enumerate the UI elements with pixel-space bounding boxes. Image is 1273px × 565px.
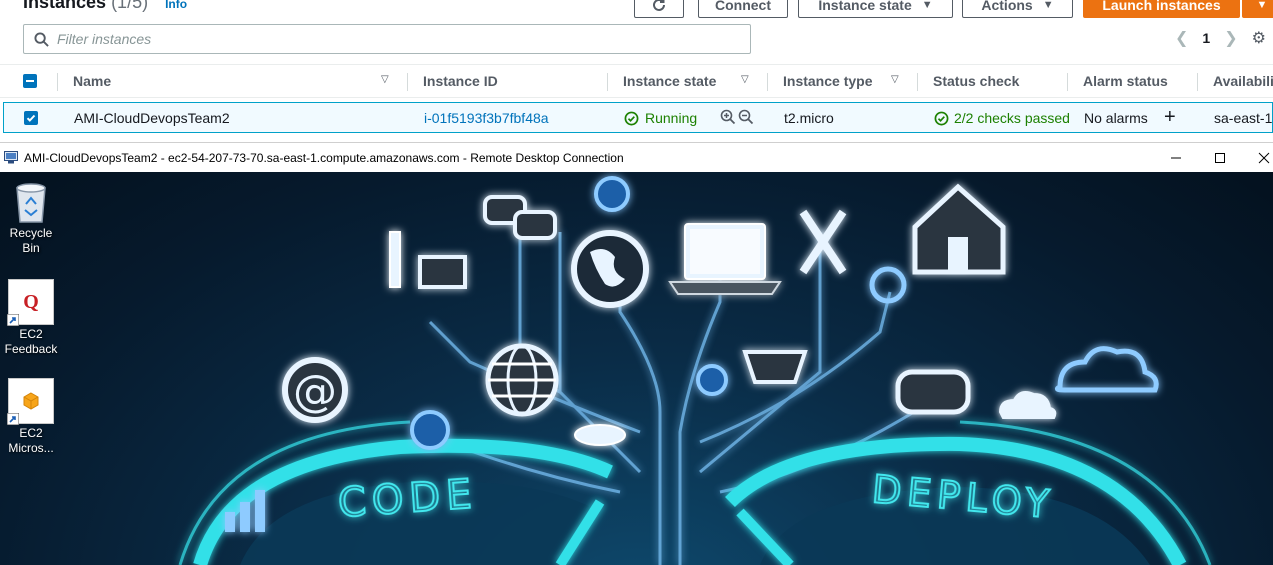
aws-box-icon	[23, 392, 39, 410]
recycle-bin-icon	[16, 183, 46, 223]
rdp-title-bar[interactable]: AMI-CloudDevopsTeam2 - ec2-54-207-73-70.…	[0, 142, 1273, 172]
launch-instances-button[interactable]: Launch instances	[1083, 0, 1240, 18]
info-link[interactable]: Info	[165, 0, 187, 11]
instance-name: AMI-CloudDevopsTeam2	[74, 110, 230, 126]
desktop-icon-ec2-microsoft[interactable]: EC2 Micros...	[0, 378, 62, 456]
column-divider[interactable]	[917, 73, 918, 91]
shortcut-arrow-icon	[7, 314, 19, 326]
sort-icon[interactable]: ▽	[891, 74, 899, 85]
wallpaper-code-text: CODE	[337, 471, 479, 527]
availability-zone: sa-east-1a	[1214, 110, 1273, 126]
connect-button[interactable]: Connect	[698, 0, 788, 18]
row-checkbox[interactable]	[24, 111, 38, 125]
sort-icon[interactable]: ▽	[741, 74, 749, 85]
indeterminate-icon	[26, 80, 34, 82]
column-name[interactable]: Name	[73, 73, 111, 89]
q-logo-icon: Q	[23, 290, 39, 313]
check-icon	[26, 114, 36, 122]
minimize-icon	[1171, 157, 1181, 159]
column-availability-zone[interactable]: Availabili	[1213, 73, 1273, 89]
minimize-button[interactable]	[1153, 143, 1199, 173]
desktop-icon-recycle-bin[interactable]: Recycle Bin	[0, 180, 62, 256]
column-divider	[57, 73, 58, 91]
actions-button[interactable]: Actions ▼	[962, 0, 1073, 18]
maximize-button[interactable]	[1197, 143, 1243, 173]
actions-label: Actions	[981, 0, 1033, 13]
filter-box	[23, 24, 751, 54]
check-circle-icon	[934, 111, 949, 125]
desktop-icon-ec2-feedback[interactable]: Q EC2 Feedback	[0, 279, 62, 357]
zoom-controls	[720, 109, 754, 125]
ec2-micros-shortcut-icon	[7, 378, 54, 425]
table-row[interactable]: AMI-CloudDevopsTeam2 i-01f5193f3b7fbf48a…	[3, 102, 1273, 133]
remote-desktop[interactable]: @ CODE DEPLOY Recycle Bin Q EC2 Feedback…	[0, 172, 1273, 565]
ec2-micros-label: EC2 Micros...	[8, 426, 54, 455]
rdp-window-title: AMI-CloudDevopsTeam2 - ec2-54-207-73-70.…	[24, 150, 624, 165]
instance-state: Running	[624, 110, 697, 126]
filter-instances-input[interactable]	[57, 31, 707, 47]
launch-instances-label: Launch instances	[1102, 0, 1221, 13]
state-label: Running	[645, 110, 698, 126]
instance-state-button[interactable]: Instance state ▼	[798, 0, 953, 18]
column-divider[interactable]	[1197, 73, 1198, 91]
feedback-shortcut-icon: Q	[7, 279, 54, 326]
instance-type: t2.micro	[784, 110, 834, 126]
refresh-icon	[653, 0, 665, 11]
table-header: Name ▽ Instance ID Instance state ▽ Inst…	[0, 64, 1273, 98]
launch-dropdown-button[interactable]: ▼	[1242, 0, 1273, 18]
ec2-instances-panel: Instances (1/5) Info Connect Instance st…	[0, 0, 1273, 142]
instance-state-label: Instance state	[818, 0, 912, 13]
column-divider[interactable]	[767, 73, 768, 91]
remote-desktop-icon	[4, 151, 18, 164]
column-divider[interactable]	[607, 73, 608, 91]
zoom-in-icon[interactable]	[720, 109, 736, 125]
svg-text:@: @	[293, 366, 337, 417]
search-icon	[34, 31, 49, 47]
sort-icon[interactable]: ▽	[381, 74, 389, 85]
caret-down-icon: ▼	[1042, 0, 1054, 11]
shortcut-arrow-icon	[7, 413, 19, 425]
column-divider[interactable]	[1067, 73, 1068, 91]
column-instance-id[interactable]: Instance ID	[423, 73, 498, 89]
column-divider[interactable]	[407, 73, 408, 91]
column-instance-type[interactable]: Instance type	[783, 73, 872, 89]
instance-id-link[interactable]: i-01f5193f3b7fbf48a	[424, 110, 549, 126]
instances-heading: Instances	[23, 0, 107, 12]
devops-wallpaper: @ CODE DEPLOY	[178, 176, 1212, 565]
column-status-check[interactable]: Status check	[933, 73, 1019, 89]
add-alarm-icon[interactable]: +	[1164, 106, 1176, 129]
caret-down-icon: ▼	[1256, 0, 1268, 11]
status-check[interactable]: 2/2 checks passed	[934, 110, 1070, 126]
caret-down-icon: ▼	[921, 0, 933, 11]
current-page[interactable]: 1	[1202, 30, 1210, 46]
previous-page-icon[interactable]: ❮	[1175, 28, 1188, 48]
pagination: ❮ 1 ❯ ⚙	[1175, 28, 1266, 48]
alarm-status: No alarms	[1084, 110, 1148, 126]
recycle-bin-label: Recycle Bin	[9, 226, 53, 255]
check-circle-icon	[624, 111, 639, 125]
refresh-button[interactable]	[634, 0, 684, 18]
close-icon	[1258, 152, 1270, 164]
settings-icon[interactable]: ⚙	[1252, 28, 1266, 48]
instance-count: (1/5)	[111, 0, 149, 12]
page-title: Instances (1/5) Info	[23, 0, 187, 13]
connect-label: Connect	[715, 0, 771, 13]
maximize-icon	[1215, 153, 1225, 163]
next-page-icon[interactable]: ❯	[1224, 28, 1237, 48]
column-alarm-status[interactable]: Alarm status	[1083, 73, 1168, 89]
column-instance-state[interactable]: Instance state	[623, 73, 716, 89]
zoom-out-icon[interactable]	[738, 109, 754, 125]
select-all-checkbox[interactable]	[23, 74, 37, 88]
status-check-label: 2/2 checks passed	[954, 110, 1070, 126]
ec2-feedback-label: EC2 Feedback	[4, 327, 58, 356]
close-button[interactable]	[1241, 143, 1273, 173]
